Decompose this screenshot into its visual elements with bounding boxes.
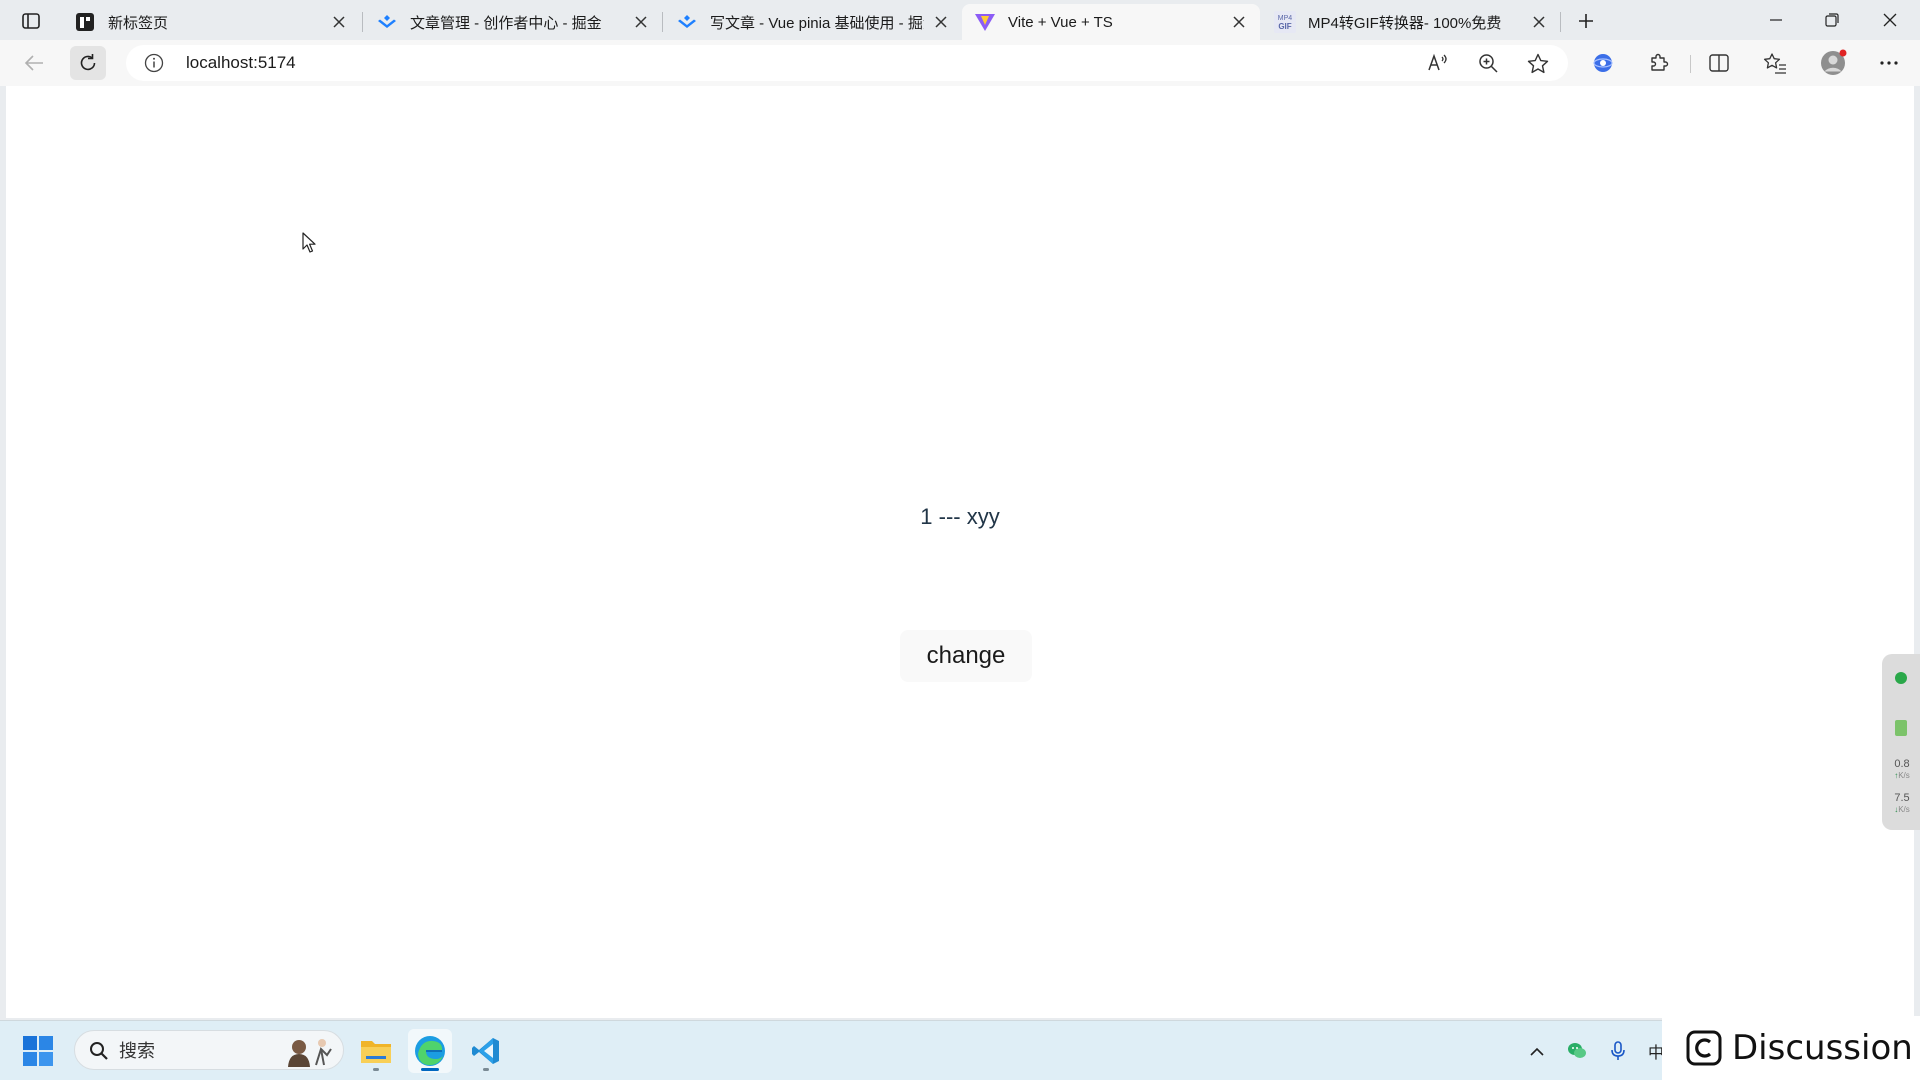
search-highlight-illustration-icon: [288, 1039, 332, 1067]
refresh-button[interactable]: [70, 46, 106, 80]
browser-toolbar: localhost:5174: [0, 40, 1920, 86]
favorites-list-icon: [1763, 53, 1786, 74]
tab-close-icon[interactable]: [630, 11, 652, 33]
tab-title: 文章管理 - 创作者中心 - 掘金: [410, 14, 602, 32]
favorites-button[interactable]: [1757, 46, 1793, 80]
tab-new-tab[interactable]: 新标签页: [62, 4, 360, 40]
microphone-tray-icon[interactable]: [1606, 1039, 1630, 1063]
puzzle-icon: [1651, 53, 1669, 71]
discussion-label: Discussion: [1732, 1028, 1913, 1068]
tab-title: MP4转GIF转换器- 100%免费: [1308, 14, 1502, 32]
tab-mp4-to-gif[interactable]: MP4 GIF MP4转GIF转换器- 100%免费: [1262, 4, 1560, 40]
upload-speed: 0.8 ↑K/s: [1894, 758, 1910, 780]
memory-bar-icon: [1895, 720, 1907, 736]
zoom-button[interactable]: [1474, 50, 1502, 76]
tab-close-icon[interactable]: [328, 11, 350, 33]
discussion-overlay[interactable]: Discussion: [1662, 1016, 1920, 1080]
microphone-icon: [1611, 1041, 1625, 1060]
read-aloud-button[interactable]: [1424, 50, 1452, 76]
avatar-icon: [1821, 49, 1847, 75]
tab-juejin-articles[interactable]: 文章管理 - 创作者中心 - 掘金: [364, 4, 662, 40]
settings-more-button[interactable]: [1871, 46, 1907, 80]
vscode-taskbar-button[interactable]: [464, 1029, 508, 1073]
counter-display: 1 --- xyy: [6, 504, 1914, 530]
tab-close-icon[interactable]: [1528, 11, 1550, 33]
minimize-button[interactable]: [1748, 4, 1804, 36]
file-explorer-taskbar-button[interactable]: [354, 1029, 398, 1073]
star-icon: [1527, 53, 1549, 73]
extension-globe-icon: [1593, 54, 1613, 72]
count-value: 1: [920, 504, 933, 529]
read-aloud-icon: [1428, 53, 1447, 71]
close-icon: [1883, 13, 1897, 27]
change-button[interactable]: change: [900, 630, 1032, 682]
juejin-icon: [376, 11, 398, 33]
info-icon[interactable]: [144, 53, 164, 73]
tab-strip: 新标签页 文章管理 - 创作者中心 - 掘金 写文章 - Vue pinia 基…: [0, 0, 1920, 40]
page-viewport: 1 --- xyy change: [6, 86, 1914, 1018]
taskbar-search[interactable]: 搜索: [74, 1030, 344, 1070]
folder-icon: [361, 1041, 391, 1063]
edge-taskbar-button[interactable]: [408, 1029, 452, 1073]
plus-icon: [1579, 14, 1593, 28]
close-window-button[interactable]: [1862, 4, 1918, 36]
svg-text:GIF: GIF: [1278, 22, 1291, 31]
taskbar: 搜索 中: [0, 1020, 1920, 1080]
extensions-button[interactable]: [1641, 46, 1677, 80]
windows-start-icon[interactable]: [22, 1035, 54, 1067]
vite-icon: [974, 11, 996, 33]
juejin-icon: [676, 11, 698, 33]
favorite-button[interactable]: [1524, 50, 1552, 76]
edge-browser-icon: [415, 1036, 445, 1066]
wechat-icon: [1568, 1043, 1586, 1058]
mouse-cursor-icon: [302, 232, 316, 253]
tab-actions-button[interactable]: [14, 8, 48, 34]
split-screen-button[interactable]: [1701, 46, 1737, 80]
chevron-up-icon: [1530, 1047, 1544, 1056]
zoom-in-icon: [1479, 54, 1498, 73]
minimize-icon: [1770, 19, 1782, 21]
tab-actions-icon: [22, 13, 40, 29]
name-value: xyy: [966, 504, 1000, 529]
count-separator: ---: [932, 504, 967, 529]
address-bar[interactable]: localhost:5174: [126, 45, 1568, 81]
vscode-icon: [472, 1038, 499, 1064]
tab-title: Vite + Vue + TS: [1008, 13, 1113, 31]
tab-close-icon[interactable]: [930, 11, 952, 33]
arrow-left-icon: [24, 55, 43, 71]
mp4-gif-icon: MP4 GIF: [1274, 11, 1296, 33]
back-button[interactable]: [16, 46, 52, 80]
tab-juejin-write[interactable]: 写文章 - Vue pinia 基础使用 - 掘金: [664, 4, 962, 40]
search-icon: [90, 1042, 108, 1060]
discussion-logo-icon: [1686, 1030, 1722, 1066]
network-monitor-widget[interactable]: 0.8 ↑K/s 7.5 ↓K/s: [1882, 654, 1920, 830]
tab-title: 写文章 - Vue pinia 基础使用 - 掘金: [710, 14, 924, 32]
profile-button[interactable]: [1815, 46, 1851, 80]
split-screen-icon: [1709, 54, 1729, 72]
tray-overflow-button[interactable]: [1525, 1039, 1549, 1063]
restore-button[interactable]: [1804, 4, 1860, 36]
wechat-tray-icon[interactable]: [1565, 1039, 1589, 1063]
restore-icon: [1825, 13, 1839, 27]
tab-close-icon[interactable]: [1228, 11, 1250, 33]
tab-vite-vue-ts[interactable]: Vite + Vue + TS: [962, 4, 1260, 40]
extension-browser-button[interactable]: [1585, 46, 1621, 80]
search-placeholder: 搜索: [119, 1041, 155, 1061]
refresh-icon: [80, 54, 96, 71]
tab-title: 新标签页: [108, 14, 169, 32]
svg-text:MP4: MP4: [1278, 15, 1293, 22]
download-speed: 7.5 ↓K/s: [1894, 792, 1910, 814]
status-dot-icon: [1895, 672, 1907, 684]
new-tab-button[interactable]: [1570, 6, 1602, 36]
more-dots-icon: [1880, 61, 1898, 65]
url-text[interactable]: localhost:5174: [186, 45, 296, 81]
tab-favicon-icon: [74, 11, 96, 33]
